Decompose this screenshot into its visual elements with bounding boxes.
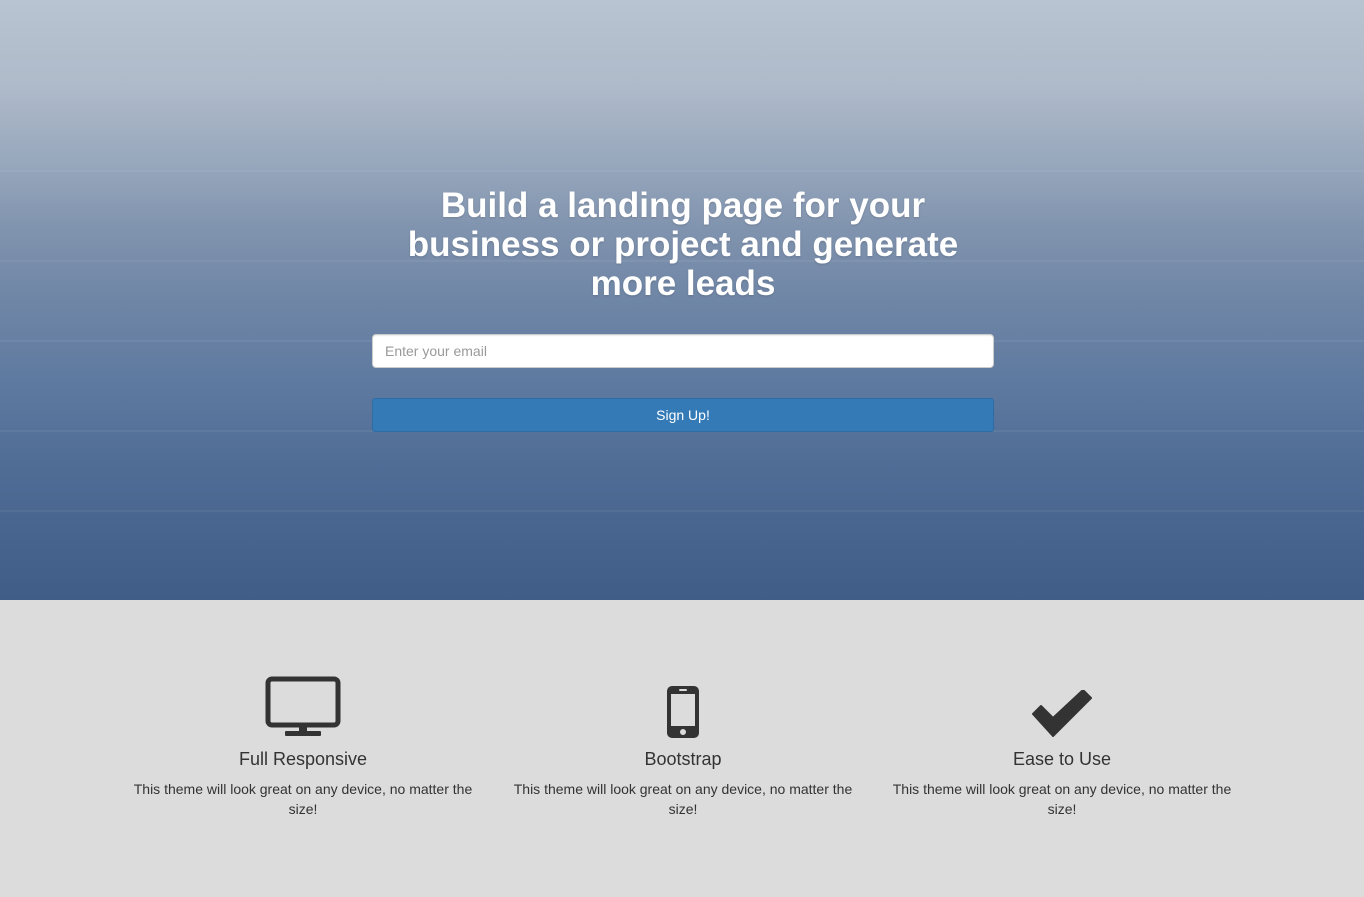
feature-title: Full Responsive <box>238 749 368 769</box>
hero-content: Build a landing page for your business o… <box>372 186 994 432</box>
email-input[interactable] <box>372 334 994 368</box>
sea-texture <box>0 510 1364 512</box>
checkmark-icon <box>887 672 1237 738</box>
features-section: Full Responsive This theme will look gre… <box>0 600 1364 897</box>
desktop-icon <box>128 672 478 738</box>
feature-description: This theme will look great on any device… <box>133 781 473 817</box>
feature-description: This theme will look great on any device… <box>892 781 1232 817</box>
mobile-phone-icon <box>508 672 858 738</box>
hero-section: Build a landing page for your business o… <box>0 0 1364 600</box>
feature-bootstrap: Bootstrap This theme will look great on … <box>508 672 858 819</box>
signup-button[interactable]: Sign Up! <box>372 398 994 432</box>
feature-ease-to-use: Ease to Use This theme will look great o… <box>887 672 1237 819</box>
feature-title: Bootstrap <box>644 749 722 769</box>
hero-title: Build a landing page for your business o… <box>407 186 959 303</box>
sea-texture <box>0 170 1364 172</box>
signup-form: Sign Up! <box>372 334 994 432</box>
feature-description: This theme will look great on any device… <box>513 781 853 817</box>
feature-title: Ease to Use <box>1012 749 1112 769</box>
feature-full-responsive: Full Responsive This theme will look gre… <box>128 672 478 819</box>
